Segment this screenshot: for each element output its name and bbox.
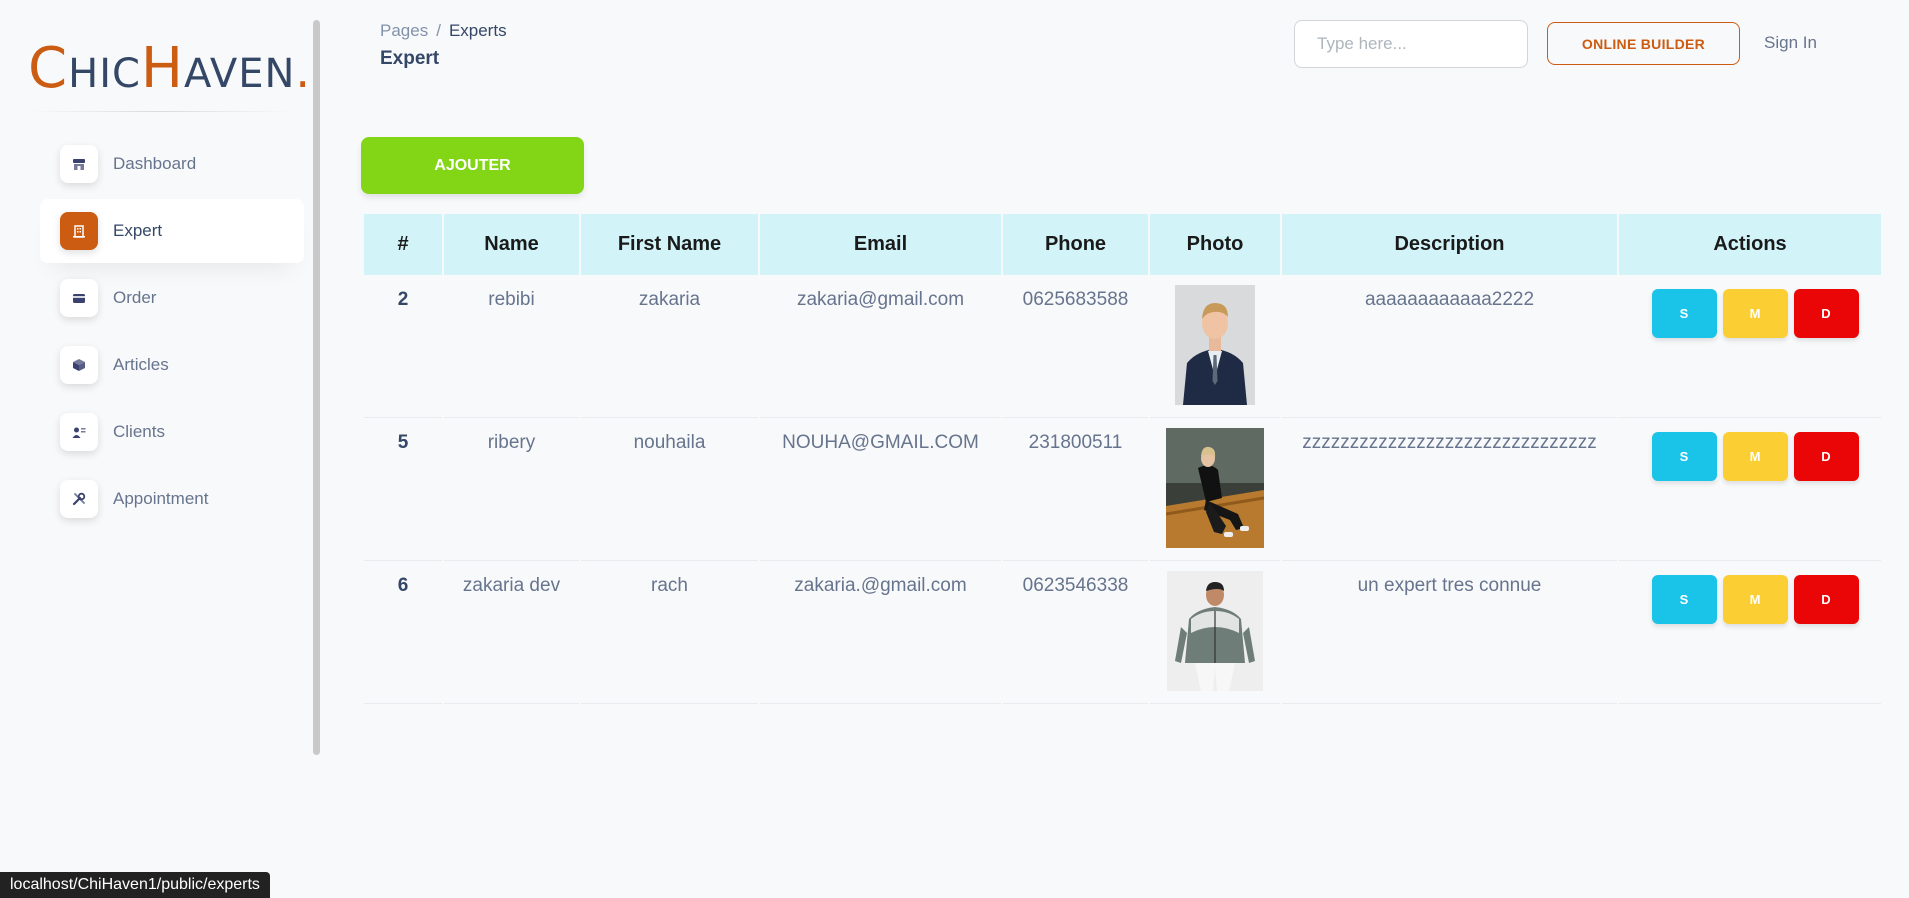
show-button[interactable]: S: [1651, 289, 1717, 338]
table-row: 6 zakaria dev rach zakaria.@gmail.com 06…: [364, 561, 1881, 704]
cell-photo: [1150, 561, 1280, 704]
cell-email: NOUHA@GMAIL.COM: [760, 418, 1001, 561]
sidebar-divider: [28, 111, 293, 112]
box-3d-icon: [60, 346, 98, 384]
delete-button[interactable]: D: [1793, 289, 1859, 338]
tools-icon: [60, 480, 98, 518]
cell-actions: S M D: [1619, 561, 1881, 704]
cell-name: zakaria dev: [444, 561, 579, 704]
breadcrumb: Pages / Experts: [380, 21, 507, 41]
sidebar-item-label: Expert: [113, 221, 163, 240]
modify-button[interactable]: M: [1722, 432, 1788, 481]
cell-actions: S M D: [1619, 275, 1881, 418]
sidebar-item-label: Articles: [113, 355, 169, 374]
sidebar-item-label: Clients: [113, 422, 165, 441]
brand-dot: .: [295, 44, 312, 98]
modify-button[interactable]: M: [1722, 575, 1788, 624]
sidebar-item-label: Dashboard: [113, 154, 197, 173]
cell-id: 5: [364, 418, 442, 561]
sign-in-link[interactable]: Sign In: [1764, 33, 1817, 53]
sidebar-item-label: Order: [113, 288, 157, 307]
table-row: 5 ribery nouhaila NOUHA@GMAIL.COM 231800…: [364, 418, 1881, 561]
column-header-phone: Phone: [1003, 214, 1148, 275]
expert-photo-woman-tracksuit: [1165, 428, 1265, 554]
breadcrumb-current: Experts: [448, 21, 507, 40]
cell-description: zzzzzzzzzzzzzzzzzzzzzzzzzzzzzzz: [1282, 418, 1617, 561]
cell-actions: S M D: [1619, 418, 1881, 561]
brand-rest-2: AVEN: [184, 51, 296, 97]
cell-id: 2: [364, 275, 442, 418]
search-input[interactable]: [1294, 20, 1528, 68]
office-icon: [60, 212, 98, 250]
cell-first-name: nouhaila: [581, 418, 758, 561]
column-header-description: Description: [1282, 214, 1617, 275]
sidebar-item-label: Appointment: [113, 489, 209, 508]
cell-name: ribery: [444, 418, 579, 561]
table-header-row: # Name First Name Email Phone Photo Desc…: [364, 214, 1881, 275]
brand-rest-1: HIC: [68, 51, 141, 97]
column-header-photo: Photo: [1150, 214, 1280, 275]
delete-button[interactable]: D: [1793, 575, 1859, 624]
sidebar-item-order[interactable]: Order: [40, 266, 304, 330]
cell-phone: 231800511: [1003, 418, 1148, 561]
modify-button[interactable]: M: [1722, 289, 1788, 338]
brand-initial-2: H: [140, 36, 185, 101]
column-header-first-name: First Name: [581, 214, 758, 275]
brand-initial-1: C: [28, 36, 69, 101]
cell-phone: 0625683588: [1003, 275, 1148, 418]
sidebar-item-articles[interactable]: Articles: [40, 333, 304, 397]
experts-table-container: # Name First Name Email Phone Photo Desc…: [362, 214, 1883, 704]
breadcrumb-parent-link[interactable]: Pages: [380, 21, 428, 40]
row-actions: S M D: [1619, 289, 1881, 338]
cell-email: zakaria.@gmail.com: [760, 561, 1001, 704]
column-header-actions: Actions: [1619, 214, 1881, 275]
cell-phone: 0623546338: [1003, 561, 1148, 704]
column-header-id: #: [364, 214, 442, 275]
credit-card-icon: [60, 279, 98, 317]
user-badge-icon: [60, 413, 98, 451]
delete-button[interactable]: D: [1793, 432, 1859, 481]
cell-first-name: zakaria: [581, 275, 758, 418]
cell-description: aaaaaaaaaaaa2222: [1282, 275, 1617, 418]
cell-email: zakaria@gmail.com: [760, 275, 1001, 418]
cell-name: rebibi: [444, 275, 579, 418]
cell-first-name: rach: [581, 561, 758, 704]
show-button[interactable]: S: [1651, 432, 1717, 481]
row-actions: S M D: [1619, 432, 1881, 481]
cell-description: un expert tres connue: [1282, 561, 1617, 704]
column-header-email: Email: [760, 214, 1001, 275]
expert-photo-man-windbreaker: [1167, 571, 1263, 697]
column-header-name: Name: [444, 214, 579, 275]
page-title: Expert: [380, 48, 440, 69]
expert-photo-man-in-suit: [1175, 285, 1255, 411]
brand-logo[interactable]: C HIC H AVEN.: [28, 36, 311, 101]
row-actions: S M D: [1619, 575, 1881, 624]
sidebar-item-expert[interactable]: Expert: [40, 199, 304, 263]
table-row: 2 rebibi zakaria zakaria@gmail.com 06256…: [364, 275, 1881, 418]
sidebar-item-appointment[interactable]: Appointment: [40, 467, 304, 531]
breadcrumb-separator: /: [436, 21, 441, 40]
sidebar-scrollbar[interactable]: [313, 20, 320, 755]
cell-photo: [1150, 418, 1280, 561]
add-expert-button[interactable]: AJOUTER: [361, 137, 584, 194]
shop-icon: [60, 145, 98, 183]
sidebar-item-dashboard[interactable]: Dashboard: [40, 132, 304, 196]
cell-id: 6: [364, 561, 442, 704]
show-button[interactable]: S: [1651, 575, 1717, 624]
status-bar-url: localhost/ChiHaven1/public/experts: [0, 872, 270, 898]
online-builder-button[interactable]: ONLINE BUILDER: [1547, 22, 1740, 65]
sidebar-nav: Dashboard Expert Order Articles Clients: [40, 132, 304, 534]
cell-photo: [1150, 275, 1280, 418]
experts-table: # Name First Name Email Phone Photo Desc…: [362, 214, 1883, 704]
sidebar-item-clients[interactable]: Clients: [40, 400, 304, 464]
sidebar: C HIC H AVEN. Dashboard Expert Order Artic: [0, 0, 320, 898]
